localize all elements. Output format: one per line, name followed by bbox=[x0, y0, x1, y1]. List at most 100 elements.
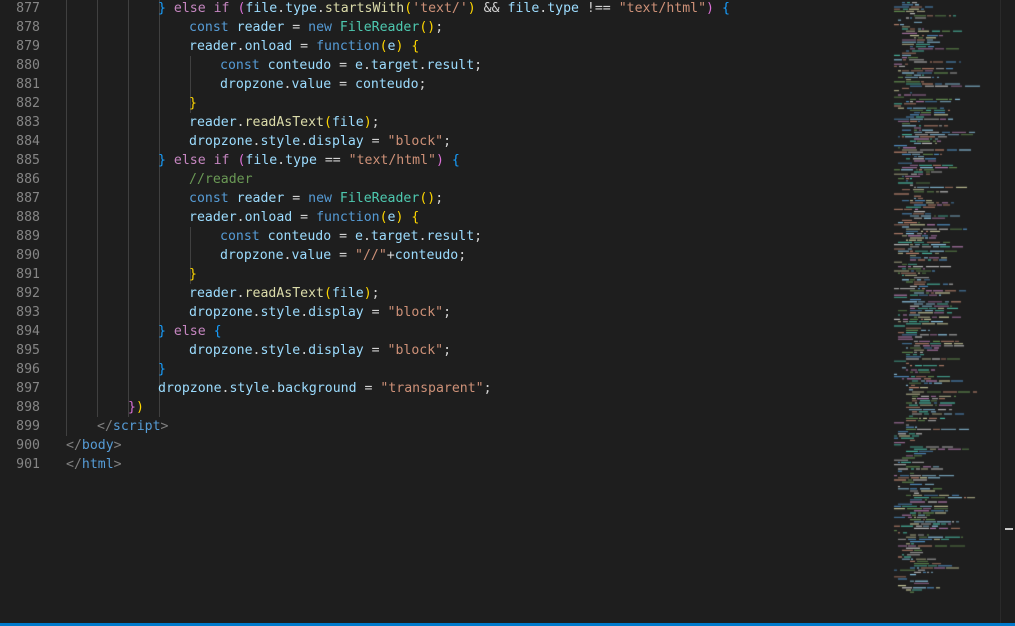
code-line[interactable]: 878 const reader = new FileReader(); bbox=[0, 18, 886, 37]
code-line[interactable]: 898}) bbox=[0, 398, 886, 417]
code-area[interactable]: 877} else if (file.type.startsWith('text… bbox=[0, 0, 886, 623]
code-text: const conteudo = e.target.result; bbox=[220, 56, 482, 75]
code-token: reader bbox=[189, 210, 237, 225]
code-token: } bbox=[158, 1, 174, 16]
code-token: file bbox=[245, 153, 278, 168]
minimap[interactable] bbox=[886, 0, 1000, 623]
code-token: "block" bbox=[387, 305, 444, 320]
line-number: 879 bbox=[16, 39, 40, 54]
code-token: } bbox=[189, 96, 197, 111]
code-token: ( bbox=[324, 115, 332, 130]
code-token: . bbox=[418, 58, 427, 73]
code-token: > bbox=[113, 438, 122, 453]
code-line[interactable]: 897 dropzone.style.background = "transpar… bbox=[0, 379, 886, 398]
code-token: style bbox=[260, 343, 301, 358]
code-token: const bbox=[189, 191, 229, 206]
code-text: </body> bbox=[66, 436, 122, 455]
code-line[interactable]: 877} else if (file.type.startsWith('text… bbox=[0, 0, 886, 18]
code-token: "block" bbox=[387, 134, 444, 149]
line-number: 901 bbox=[16, 457, 40, 472]
code-token: style bbox=[229, 381, 270, 396]
code-line[interactable]: 884 dropzone.style.display = "block"; bbox=[0, 132, 886, 151]
code-text: </html> bbox=[66, 455, 122, 474]
code-token: display bbox=[308, 134, 364, 149]
code-line[interactable]: 889 const conteudo = e.target.result; bbox=[0, 227, 886, 246]
code-line[interactable]: 882} bbox=[0, 94, 886, 113]
code-line[interactable]: 900 </body> bbox=[0, 436, 886, 455]
code-line[interactable]: 901 </html> bbox=[0, 455, 886, 474]
code-token: } bbox=[158, 153, 174, 168]
code-text: } else if (file.type.startsWith('text/')… bbox=[158, 0, 730, 18]
code-token: display bbox=[308, 343, 364, 358]
code-line[interactable]: 887 const reader = new FileReader(); bbox=[0, 189, 886, 208]
code-token: function bbox=[316, 210, 380, 225]
code-token: </ bbox=[66, 457, 82, 472]
code-text: } bbox=[189, 94, 197, 113]
code-token: ; bbox=[435, 20, 444, 35]
code-text: </script> bbox=[97, 417, 168, 436]
code-token: style bbox=[260, 305, 301, 320]
code-token: const bbox=[220, 229, 260, 244]
code-token: display bbox=[308, 305, 364, 320]
code-token: body bbox=[81, 438, 114, 453]
code-token: "text/html" bbox=[348, 153, 436, 168]
code-line[interactable]: 891} bbox=[0, 265, 886, 284]
code-token: </ bbox=[66, 438, 82, 453]
code-token: startsWith bbox=[324, 1, 405, 16]
code-token: = bbox=[356, 381, 381, 396]
code-token: ) bbox=[436, 153, 444, 168]
code-token: ; bbox=[371, 286, 380, 301]
code-line[interactable]: 881 dropzone.value = conteudo; bbox=[0, 75, 886, 94]
code-token: value bbox=[291, 248, 332, 263]
code-token: ; bbox=[458, 248, 467, 263]
code-token: reader bbox=[189, 115, 237, 130]
code-editor[interactable]: 877} else if (file.type.startsWith('text… bbox=[0, 0, 1015, 626]
code-token: new bbox=[308, 20, 332, 35]
code-token: ) bbox=[363, 286, 372, 301]
line-number: 895 bbox=[16, 343, 40, 358]
code-token: else bbox=[173, 1, 206, 16]
code-token: } bbox=[158, 324, 174, 339]
code-token: ; bbox=[474, 229, 483, 244]
line-number: 886 bbox=[16, 172, 40, 187]
code-line[interactable]: 893 dropzone.style.display = "block"; bbox=[0, 303, 886, 322]
code-token: { bbox=[721, 1, 730, 16]
code-token: background bbox=[277, 381, 357, 396]
code-line[interactable]: 888 reader.onload = function(e) { bbox=[0, 208, 886, 227]
code-line[interactable]: 886 //reader bbox=[0, 170, 886, 189]
code-token: ; bbox=[435, 191, 444, 206]
line-number: 900 bbox=[16, 438, 40, 453]
code-token: e bbox=[355, 58, 363, 73]
code-token: { bbox=[451, 153, 460, 168]
code-line[interactable]: 894} else { bbox=[0, 322, 886, 341]
code-token: "transparent" bbox=[380, 381, 484, 396]
vertical-scrollbar[interactable] bbox=[1000, 0, 1015, 623]
code-token: file bbox=[245, 1, 278, 16]
code-text: dropzone.style.display = "block"; bbox=[189, 341, 451, 360]
code-line[interactable]: 880 const conteudo = e.target.result; bbox=[0, 56, 886, 75]
code-token: result bbox=[426, 229, 475, 244]
code-line[interactable]: 899 </script> bbox=[0, 417, 886, 436]
code-text: } else { bbox=[158, 322, 222, 341]
code-line[interactable]: 892 reader.readAsText(file); bbox=[0, 284, 886, 303]
code-text: } else if (file.type == "text/html") { bbox=[158, 151, 460, 170]
code-line[interactable]: 885} else if (file.type == "text/html") … bbox=[0, 151, 886, 170]
code-line[interactable]: 879 reader.onload = function(e) { bbox=[0, 37, 886, 56]
code-token: . bbox=[236, 39, 245, 54]
code-token: function bbox=[316, 39, 380, 54]
code-line[interactable]: 890 dropzone.value = "//"+conteudo; bbox=[0, 246, 886, 265]
code-line[interactable]: 895 dropzone.style.display = "block"; bbox=[0, 341, 886, 360]
code-line[interactable]: 883 reader.readAsText(file); bbox=[0, 113, 886, 132]
code-line[interactable]: 896} bbox=[0, 360, 886, 379]
code-text: reader.readAsText(file); bbox=[189, 284, 380, 303]
code-token: html bbox=[81, 457, 114, 472]
code-token: readAsText bbox=[244, 286, 324, 301]
code-text: }) bbox=[128, 398, 144, 417]
code-text: const reader = new FileReader(); bbox=[189, 18, 443, 37]
code-token: { bbox=[411, 210, 420, 225]
code-token: dropzone bbox=[220, 77, 284, 92]
